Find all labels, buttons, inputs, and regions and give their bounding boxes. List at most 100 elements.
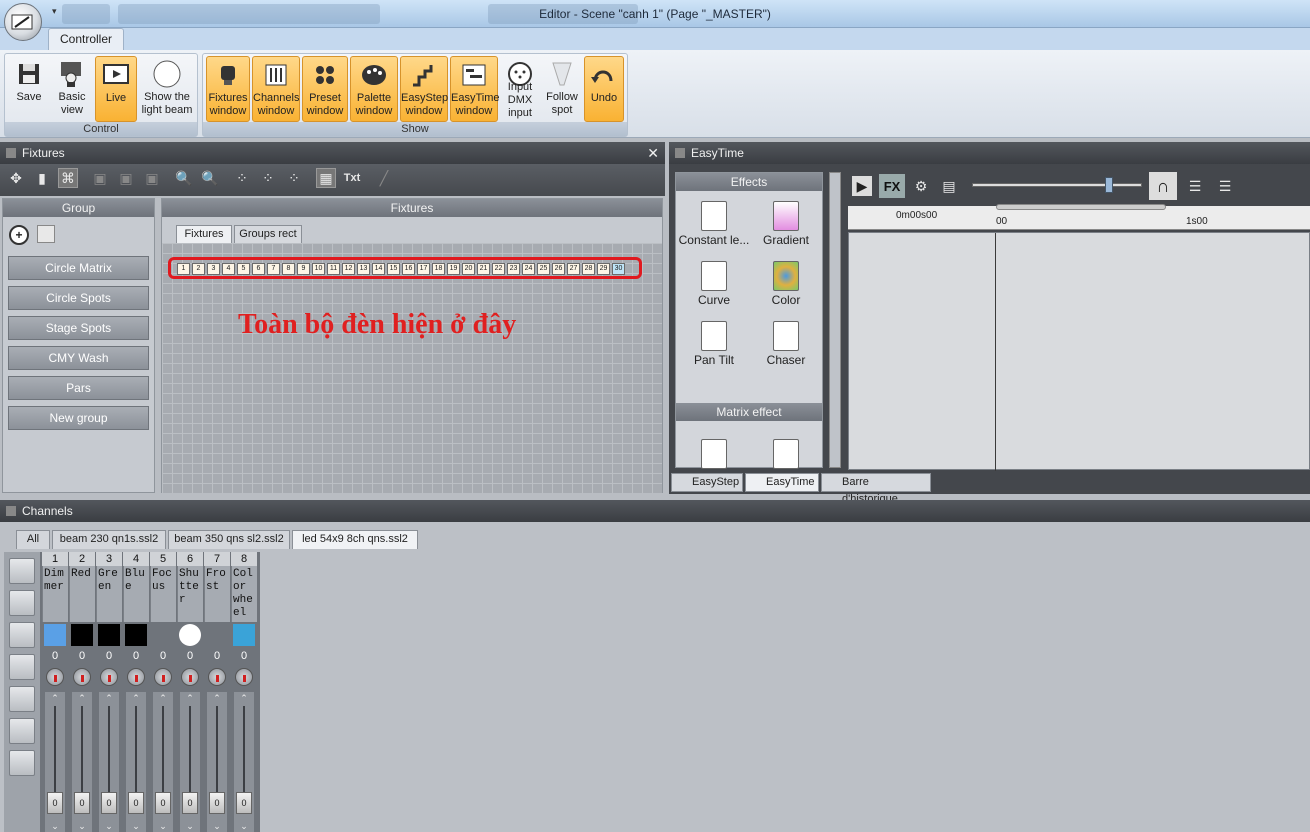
fixture-cell[interactable]: 7: [267, 263, 280, 275]
effect-curve[interactable]: Curve: [678, 261, 750, 307]
fixture-cell[interactable]: 5: [237, 263, 250, 275]
fixture-cell[interactable]: 9: [297, 263, 310, 275]
channel-knob[interactable]: [73, 668, 91, 686]
group-circle-matrix[interactable]: Circle Matrix: [8, 256, 149, 280]
channel-swatch[interactable]: [44, 624, 66, 646]
zoom-slider[interactable]: [972, 177, 1142, 193]
group-new[interactable]: New group: [8, 406, 149, 430]
channel-fader[interactable]: ⌃ 0 ⌄: [72, 692, 92, 832]
power-icon[interactable]: [9, 590, 35, 616]
playhead[interactable]: [995, 233, 996, 471]
chevron-up-icon[interactable]: ⌃: [207, 694, 227, 703]
undo-button[interactable]: Undo: [584, 56, 624, 122]
chevron-up-icon[interactable]: ⌃: [99, 694, 119, 703]
import-group-icon[interactable]: [37, 225, 55, 243]
add-group-icon[interactable]: +: [9, 225, 29, 245]
fixture-timeline-icon[interactable]: ▤: [939, 176, 959, 196]
channel-settings-icon[interactable]: [9, 686, 35, 712]
basic-view-button[interactable]: Basic view: [51, 56, 93, 122]
fixture-cell[interactable]: 2: [192, 263, 205, 275]
fader-thumb[interactable]: 0: [128, 792, 144, 814]
chevron-down-icon[interactable]: ⌄: [207, 822, 227, 831]
channel-fader[interactable]: ⌃ 0 ⌄: [234, 692, 254, 832]
zoom-slider-thumb[interactable]: [1105, 177, 1113, 193]
channel-knob[interactable]: [100, 668, 118, 686]
channel-fader[interactable]: ⌃ 0 ⌄: [45, 692, 65, 832]
dots-small-icon[interactable]: ⁘: [284, 168, 304, 188]
fixture-cell[interactable]: 19: [447, 263, 460, 275]
show-light-beam-button[interactable]: Show the light beam: [139, 56, 195, 122]
channel-fader[interactable]: ⌃ 0 ⌄: [207, 692, 227, 832]
matrix-effect-2[interactable]: [750, 439, 822, 471]
fixture-cell[interactable]: 8: [282, 263, 295, 275]
dots-medium-icon[interactable]: ⁘: [258, 168, 278, 188]
fixture-move-icon[interactable]: [9, 718, 35, 744]
add-fixture-icon[interactable]: ▣: [90, 168, 110, 188]
preset-window-button[interactable]: Preset window: [302, 56, 348, 122]
fixture-cell[interactable]: 28: [582, 263, 595, 275]
group-stage-spots[interactable]: Stage Spots: [8, 316, 149, 340]
chevron-up-icon[interactable]: ⌃: [180, 694, 200, 703]
fixture-copy-icon[interactable]: [9, 750, 35, 776]
edit-fixture-icon[interactable]: ▣: [116, 168, 136, 188]
fixture-cell[interactable]: 15: [387, 263, 400, 275]
dmx-input-button[interactable]: Input DMX input: [500, 56, 540, 122]
text-icon[interactable]: Txt: [342, 168, 362, 188]
channel-swatch[interactable]: [98, 624, 120, 646]
fixture-cell[interactable]: 23: [507, 263, 520, 275]
align-left-icon[interactable]: ☰: [1215, 176, 1235, 196]
effect-constant-level[interactable]: Constant le...: [678, 201, 750, 247]
fixture-cell[interactable]: 27: [567, 263, 580, 275]
mixer-icon[interactable]: [9, 622, 35, 648]
fixture-cell[interactable]: 22: [492, 263, 505, 275]
group-circle-spots[interactable]: Circle Spots: [8, 286, 149, 310]
channel-knob[interactable]: [208, 668, 226, 686]
matrix-effect-1[interactable]: [678, 439, 750, 471]
channel-knob[interactable]: [235, 668, 253, 686]
effect-color[interactable]: Color: [750, 261, 822, 307]
channel-fader[interactable]: ⌃ 0 ⌄: [153, 692, 173, 832]
easystep-window-button[interactable]: EasyStep window: [400, 56, 448, 122]
fixture-cell[interactable]: 1: [177, 263, 190, 275]
channel-fader[interactable]: ⌃ 0 ⌄: [126, 692, 146, 832]
chevron-down-icon[interactable]: ⌄: [153, 822, 173, 831]
close-icon[interactable]: ✕: [647, 142, 659, 164]
zoom-in-icon[interactable]: 🔍: [174, 168, 194, 188]
live-button[interactable]: Live: [95, 56, 137, 122]
channel-knob[interactable]: [127, 668, 145, 686]
chevron-down-icon[interactable]: ⌄: [99, 822, 119, 831]
fixture-cell[interactable]: 21: [477, 263, 490, 275]
fader-thumb[interactable]: 0: [236, 792, 252, 814]
chevron-up-icon[interactable]: ⌃: [72, 694, 92, 703]
fixture-cell[interactable]: 12: [342, 263, 355, 275]
tab-easystep[interactable]: EasyStep: [671, 473, 743, 492]
fixture-cell[interactable]: 14: [372, 263, 385, 275]
save-button[interactable]: Save: [9, 56, 49, 122]
quick-access-dropdown-icon[interactable]: ▾: [52, 6, 57, 17]
chevron-up-icon[interactable]: ⌃: [234, 694, 254, 703]
tab-history-bar[interactable]: Barre d'historique: [821, 473, 931, 505]
dots-large-icon[interactable]: ⁘: [232, 168, 252, 188]
fader-thumb[interactable]: 0: [182, 792, 198, 814]
fader-thumb[interactable]: 0: [74, 792, 90, 814]
fixture-cell[interactable]: 18: [432, 263, 445, 275]
align-right-icon[interactable]: ☰: [1185, 176, 1205, 196]
gear-icon[interactable]: ⚙: [911, 176, 931, 196]
fixtures-window-button[interactable]: Fixtures window: [206, 56, 250, 122]
palette-window-button[interactable]: Palette window: [350, 56, 398, 122]
fixture-cell[interactable]: 3: [207, 263, 220, 275]
effect-gradient[interactable]: Gradient: [750, 201, 822, 247]
reset-knob-icon[interactable]: [9, 558, 35, 584]
fixture-cell[interactable]: 26: [552, 263, 565, 275]
effect-pan-tilt[interactable]: Pan Tilt: [678, 321, 750, 367]
effect-chaser[interactable]: Chaser: [750, 321, 822, 367]
chevron-down-icon[interactable]: ⌄: [72, 822, 92, 831]
group-pars[interactable]: Pars: [8, 376, 149, 400]
tab-groups-rect[interactable]: Groups rect: [234, 225, 302, 243]
app-menu-button[interactable]: [4, 3, 42, 41]
fixture-cell[interactable]: 17: [417, 263, 430, 275]
fixture-cell[interactable]: 13: [357, 263, 370, 275]
magnet-icon[interactable]: ∩: [1149, 172, 1177, 200]
fader-thumb[interactable]: 0: [101, 792, 117, 814]
fixture-cell[interactable]: 6: [252, 263, 265, 275]
